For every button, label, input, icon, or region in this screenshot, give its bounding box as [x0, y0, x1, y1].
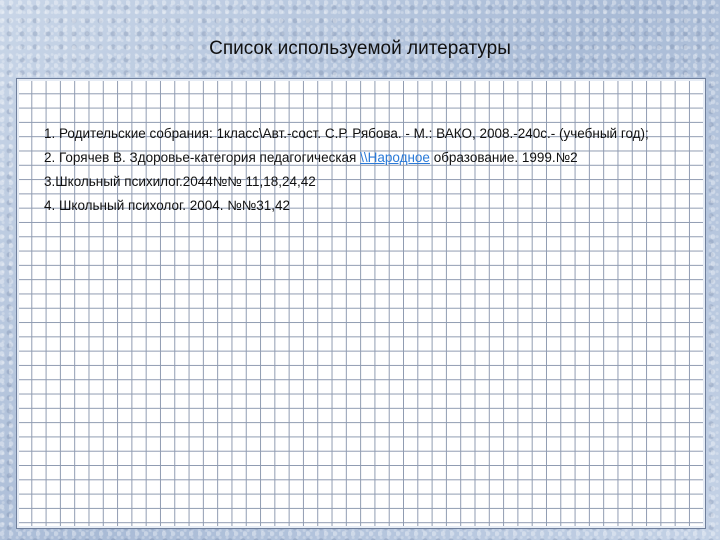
reference-2-link[interactable]: \\Народное	[360, 150, 430, 165]
slide-title: Список используемой литературы	[209, 38, 511, 59]
reference-2-text-before: 2. Горячев В. Здоровье-категория педагог…	[44, 150, 361, 165]
reference-item-3: 3.Школьный психилог.2044№№ 11,18,24,42	[44, 174, 316, 189]
reference-list: 1. Родительские собрания: 1класс\Авт.-со…	[44, 124, 664, 220]
reference-item-4: 4. Школьный психолог. 2004. №№31,42	[44, 198, 291, 213]
reference-item-1: 1. Родительские собрания: 1класс\Авт.-со…	[44, 126, 649, 141]
reference-2-text-after: образование. 1999.№2	[429, 150, 578, 165]
reference-item-2: 2. Горячев В. Здоровье-категория педагог…	[44, 148, 664, 168]
